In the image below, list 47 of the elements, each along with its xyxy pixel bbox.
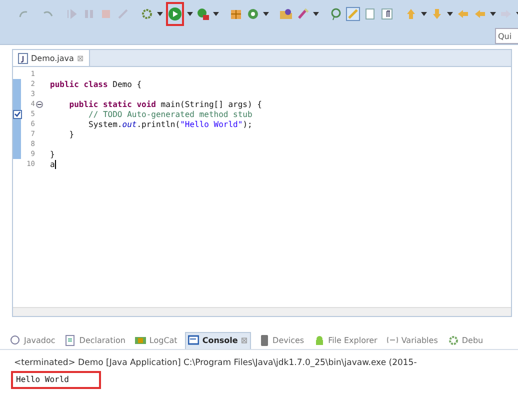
view-tab[interactable]: Javadoc xyxy=(8,332,58,348)
highlight-icon[interactable] xyxy=(346,7,360,21)
variables-icon xyxy=(387,334,398,346)
document-icon xyxy=(65,334,76,346)
code-line: // TODO Auto-generated method stub xyxy=(88,110,252,118)
close-tab-button[interactable]: ⊠ xyxy=(76,54,84,62)
console-icon xyxy=(188,335,200,346)
cat-icon xyxy=(135,334,146,346)
at-icon xyxy=(10,334,21,346)
run-button[interactable] xyxy=(166,2,184,26)
robot-icon xyxy=(314,334,326,346)
console-header: <terminated> Demo [Java Application] C:\Program Files\Java\jdk1.7.0_25\bin\javaw.exe (2015- xyxy=(14,358,418,368)
java-file-icon xyxy=(18,52,28,64)
caret-icon[interactable] xyxy=(213,12,219,16)
collapse-icon[interactable] xyxy=(36,100,43,108)
caret-icon[interactable] xyxy=(187,12,193,16)
quick-access-field[interactable]: Qui xyxy=(495,28,518,44)
code-line: public static void main(String[] args) { xyxy=(68,100,262,108)
debug-run-icon[interactable] xyxy=(196,7,210,21)
view-tab[interactable]: Devices xyxy=(256,332,306,348)
code-line: } xyxy=(50,150,55,158)
view-tab[interactable]: File Explorer xyxy=(312,332,380,348)
close-tab-button[interactable]: ⊠ xyxy=(240,336,248,345)
caret-icon[interactable] xyxy=(157,12,163,16)
pilcrow-icon[interactable] xyxy=(380,7,394,21)
console-output: Hello World xyxy=(11,371,101,389)
horizontal-scrollbar[interactable] xyxy=(13,307,511,316)
caret-icon[interactable] xyxy=(421,12,427,16)
gear-icon xyxy=(448,334,459,346)
code-line: System.out.println("Hello World"); xyxy=(88,120,252,128)
view-tab[interactable]: LogCat xyxy=(133,332,180,348)
folder-icon[interactable] xyxy=(279,7,293,21)
code-line: } xyxy=(68,130,74,138)
play-icon xyxy=(168,7,182,21)
view-tab[interactable]: Declaration xyxy=(63,332,128,348)
editor-tab[interactable]: Demo.java ⊠ xyxy=(13,50,90,66)
package-icon[interactable] xyxy=(229,7,243,21)
view-tab[interactable]: Console ⊠ xyxy=(185,332,251,348)
view-tab[interactable]: Debu xyxy=(446,332,486,348)
caret-icon[interactable] xyxy=(313,12,319,16)
code-line: a xyxy=(50,160,55,168)
caret-icon[interactable] xyxy=(263,12,269,16)
code-line: public class Demo { xyxy=(50,80,142,88)
phone-icon xyxy=(258,334,270,346)
caret-icon[interactable] xyxy=(490,12,496,16)
view-tab[interactable]: Variables xyxy=(385,332,440,348)
caret-icon[interactable] xyxy=(447,12,453,16)
